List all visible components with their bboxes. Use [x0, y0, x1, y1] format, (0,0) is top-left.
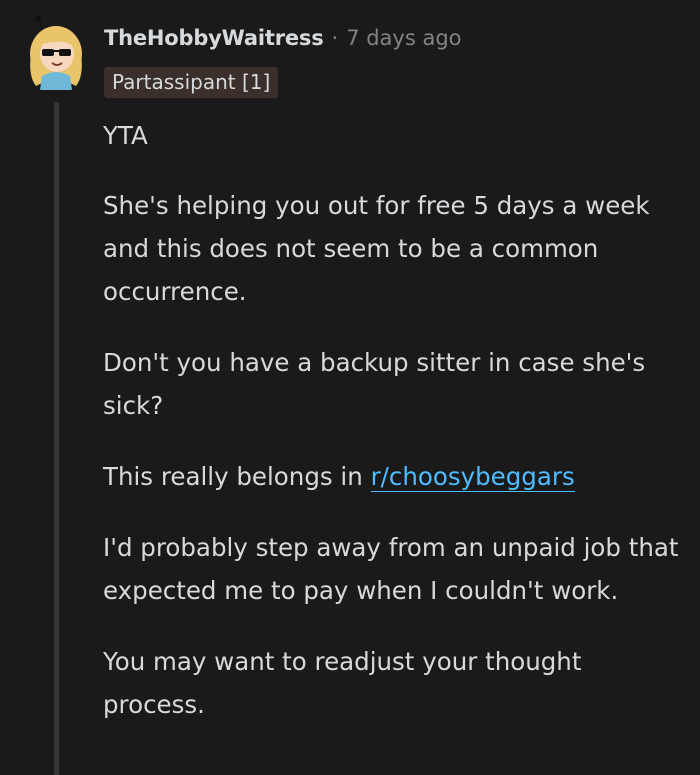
comment-body: YTA She's helping you out for free 5 day…: [103, 114, 688, 754]
comment-paragraph: Don't you have a backup sitter in case s…: [103, 348, 646, 420]
comment-paragraph: I'd probably step away from an unpaid jo…: [103, 533, 679, 605]
timestamp[interactable]: 7 days ago: [346, 26, 461, 50]
cartoon-avatar-icon: [30, 16, 82, 90]
meta-separator: ·: [331, 26, 339, 50]
username-link[interactable]: TheHobbyWaitress: [104, 26, 324, 50]
paragraph-text: This really belongs in: [103, 462, 371, 491]
comment-paragraph-with-link: This really belongs in r/choosybeggars: [103, 455, 688, 498]
comment-header: TheHobbyWaitress · 7 days ago: [104, 26, 462, 50]
comment: TheHobbyWaitress · 7 days ago Partassipa…: [0, 0, 700, 775]
comment-paragraph: She's helping you out for free 5 days a …: [103, 191, 650, 306]
thread-collapse-line[interactable]: [54, 102, 59, 775]
comment-paragraph: You may want to readjust your thought pr…: [103, 647, 582, 719]
user-avatar[interactable]: [26, 16, 88, 90]
subreddit-link[interactable]: r/choosybeggars: [370, 462, 575, 492]
comment-paragraph: YTA: [103, 121, 148, 150]
user-flair: Partassipant [1]: [104, 67, 279, 98]
